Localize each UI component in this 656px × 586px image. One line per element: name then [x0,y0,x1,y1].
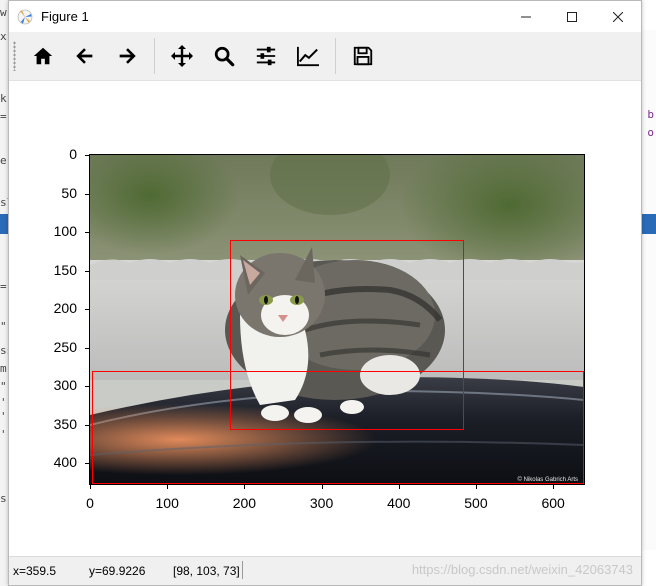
code-fragment: o [647,126,654,139]
home-button[interactable] [22,36,64,76]
x-coordinate-readout: x=359.5 [13,564,57,578]
edit-axes-button[interactable] [287,36,329,76]
x-tick-mark [167,485,169,489]
y-tick-label: 0 [69,146,77,162]
selection-band [0,214,8,234]
status-bar: x=359.5 y=69.9226 [98, 103, 73] https://… [9,556,641,585]
x-tick-mark [398,485,400,489]
y-tick-label: 400 [53,454,77,471]
y-tick-label: 150 [53,261,77,278]
sliders-icon [256,46,276,66]
x-tick-mark [553,485,555,489]
code-fragment: ' [0,410,7,423]
home-icon [33,47,53,65]
code-fragment: ' [0,428,7,441]
x-tick-mark [244,485,246,489]
toolbar-separator [335,38,336,74]
maximize-button[interactable] [549,1,595,32]
code-fragment: ' [0,396,7,409]
move-icon [171,45,193,67]
status-separator [242,561,243,579]
x-tick-label: 200 [232,495,257,511]
x-tick-label: 300 [309,495,334,511]
y-tick-label: 350 [53,415,77,432]
background-editor-right: b o [641,30,656,550]
y-tick-label: 100 [53,223,77,240]
y-coordinate-readout: y=69.9226 [89,564,146,578]
x-tick-mark [90,485,91,489]
code-fragment: b [647,108,654,121]
figure-window: Figure 1 0 50 100 150 200 250 300 350 40… [8,0,642,586]
car-bounding-box [91,370,584,484]
line-chart-icon [297,46,319,67]
back-button[interactable] [64,36,106,76]
save-button[interactable] [342,36,384,76]
arrow-right-icon [119,48,136,64]
x-tick-label: 400 [387,495,411,511]
window-title: Figure 1 [41,9,89,24]
code-fragment: " [0,320,7,333]
code-fragment: k [0,92,7,105]
code-fragment: m [0,362,7,375]
selection-band [642,214,656,234]
code-fragment: w [0,6,7,19]
navigation-toolbar [9,32,641,81]
watermark-text: https://blog.csdn.net/weixin_42063743 [411,562,633,577]
code-fragment: s [0,492,7,505]
figure-canvas[interactable]: 0 50 100 150 200 250 300 350 400 0 100 200 300 400 50… [9,81,641,557]
window-controls [503,1,641,32]
x-tick-label: 0 [86,495,94,511]
magnifier-icon [214,46,235,67]
image-axes[interactable]: © Nikolas Gabrich Arts [89,154,585,485]
toolbar-grip[interactable] [13,41,16,71]
x-tick-label: 500 [464,495,488,511]
code-fragment: = [0,110,7,123]
toolbar-separator [154,38,155,74]
x-tick-label: 100 [155,495,179,511]
maximize-icon [567,11,577,22]
pixel-value-readout: [98, 103, 73] [173,564,240,578]
configure-subplots-button[interactable] [245,36,287,76]
code-fragment: " [0,380,7,393]
code-fragment: = [0,280,7,293]
y-tick-label: 50 [61,184,77,201]
x-tick-mark [321,485,323,489]
y-tick-label: 250 [53,338,77,355]
minimize-button[interactable] [503,1,549,32]
matplotlib-icon [17,9,33,24]
x-tick-mark [475,485,477,489]
y-tick-label: 200 [53,300,77,317]
zoom-button[interactable] [203,36,245,76]
floppy-disk-icon [353,46,373,66]
y-tick-label: 300 [53,377,77,394]
close-button[interactable] [595,1,641,32]
title-bar[interactable]: Figure 1 [9,1,641,32]
x-tick-label: 600 [541,495,565,511]
minimize-icon [521,16,531,17]
forward-button[interactable] [106,36,148,76]
close-icon [613,11,623,22]
arrow-left-icon [76,48,93,64]
pan-button[interactable] [161,36,203,76]
